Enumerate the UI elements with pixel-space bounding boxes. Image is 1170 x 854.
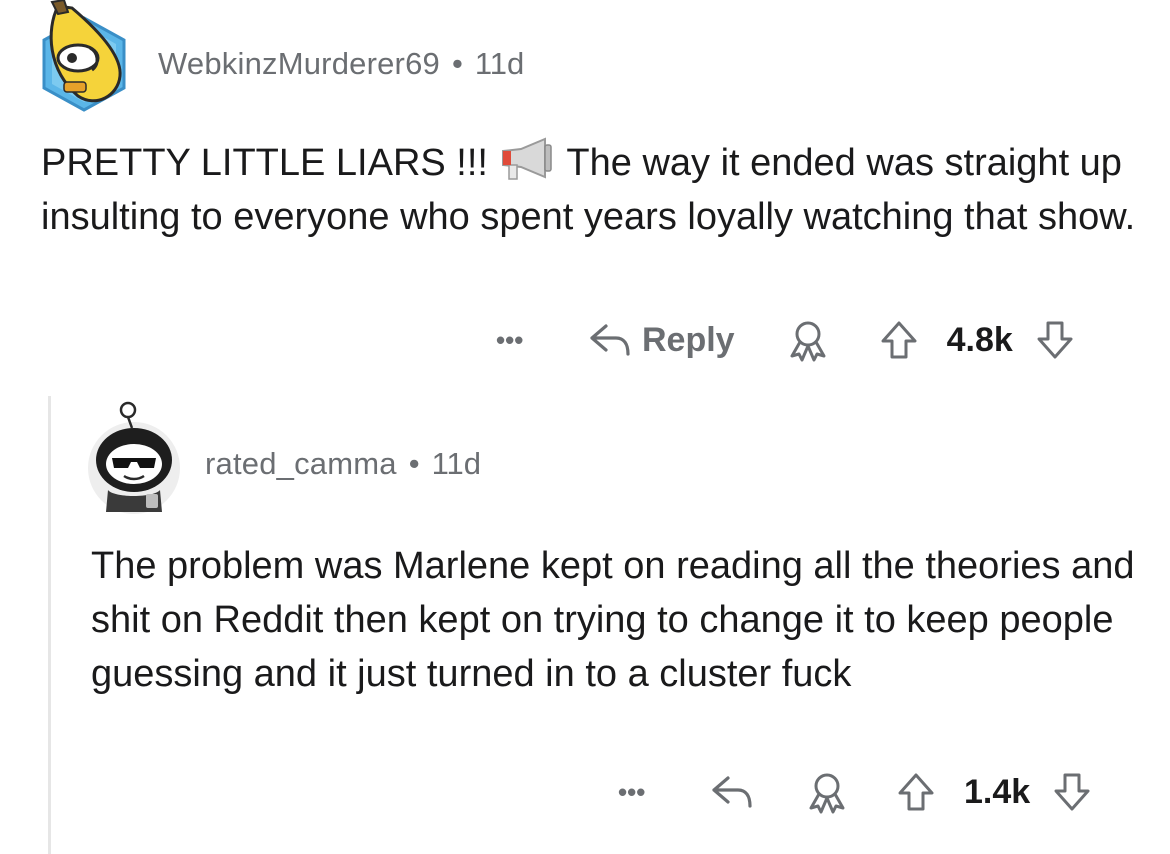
separator-dot: •	[451, 46, 463, 81]
downvote-button[interactable]	[1035, 319, 1075, 361]
score: 1.4k	[964, 772, 1031, 811]
comment-header: WebkinzMurderer69 • 11d	[158, 46, 524, 82]
reply-arrow-icon	[708, 772, 756, 812]
timestamp: 11d	[431, 446, 482, 481]
comment-text-part-1: PRETTY LITTLE LIARS !!!	[41, 142, 499, 184]
username[interactable]: rated_camma	[205, 446, 397, 482]
snoo-avatar-icon	[88, 401, 180, 514]
upvote-button[interactable]	[896, 771, 936, 813]
reply-arrow-icon	[586, 320, 634, 360]
comment-header: rated_camma • 11d	[205, 446, 481, 482]
megaphone-icon	[499, 137, 557, 181]
reply-label: Reply	[642, 320, 735, 359]
user-avatar[interactable]	[84, 398, 184, 516]
more-options-button[interactable]: •••	[496, 325, 556, 356]
comment-actions: ••• Reply 4.8k	[496, 318, 1075, 362]
thread-line[interactable]	[48, 396, 51, 854]
downvote-arrow-icon	[1035, 319, 1075, 361]
upvote-arrow-icon	[879, 319, 919, 361]
separator-dot: •	[408, 446, 420, 481]
award-icon	[785, 318, 831, 362]
downvote-button[interactable]	[1052, 771, 1092, 813]
reply-button[interactable]	[708, 772, 756, 812]
score: 4.8k	[946, 320, 1013, 359]
reply-button[interactable]: Reply	[586, 320, 735, 360]
comment-actions: ••• 1.4k	[618, 770, 1092, 814]
more-options-button[interactable]: •••	[618, 777, 678, 808]
banana-avatar-icon	[42, 0, 126, 112]
comment-body: PRETTY LITTLE LIARS !!! The way it ended…	[41, 136, 1141, 244]
upvote-button[interactable]	[879, 319, 919, 361]
downvote-arrow-icon	[1052, 771, 1092, 813]
award-icon	[804, 770, 850, 814]
username[interactable]: WebkinzMurderer69	[158, 46, 440, 82]
award-button[interactable]	[785, 318, 831, 362]
user-avatar[interactable]	[38, 0, 130, 112]
award-button[interactable]	[804, 770, 850, 814]
comment-body: The problem was Marlene kept on reading …	[91, 545, 1135, 695]
timestamp: 11d	[474, 46, 525, 81]
upvote-arrow-icon	[896, 771, 936, 813]
